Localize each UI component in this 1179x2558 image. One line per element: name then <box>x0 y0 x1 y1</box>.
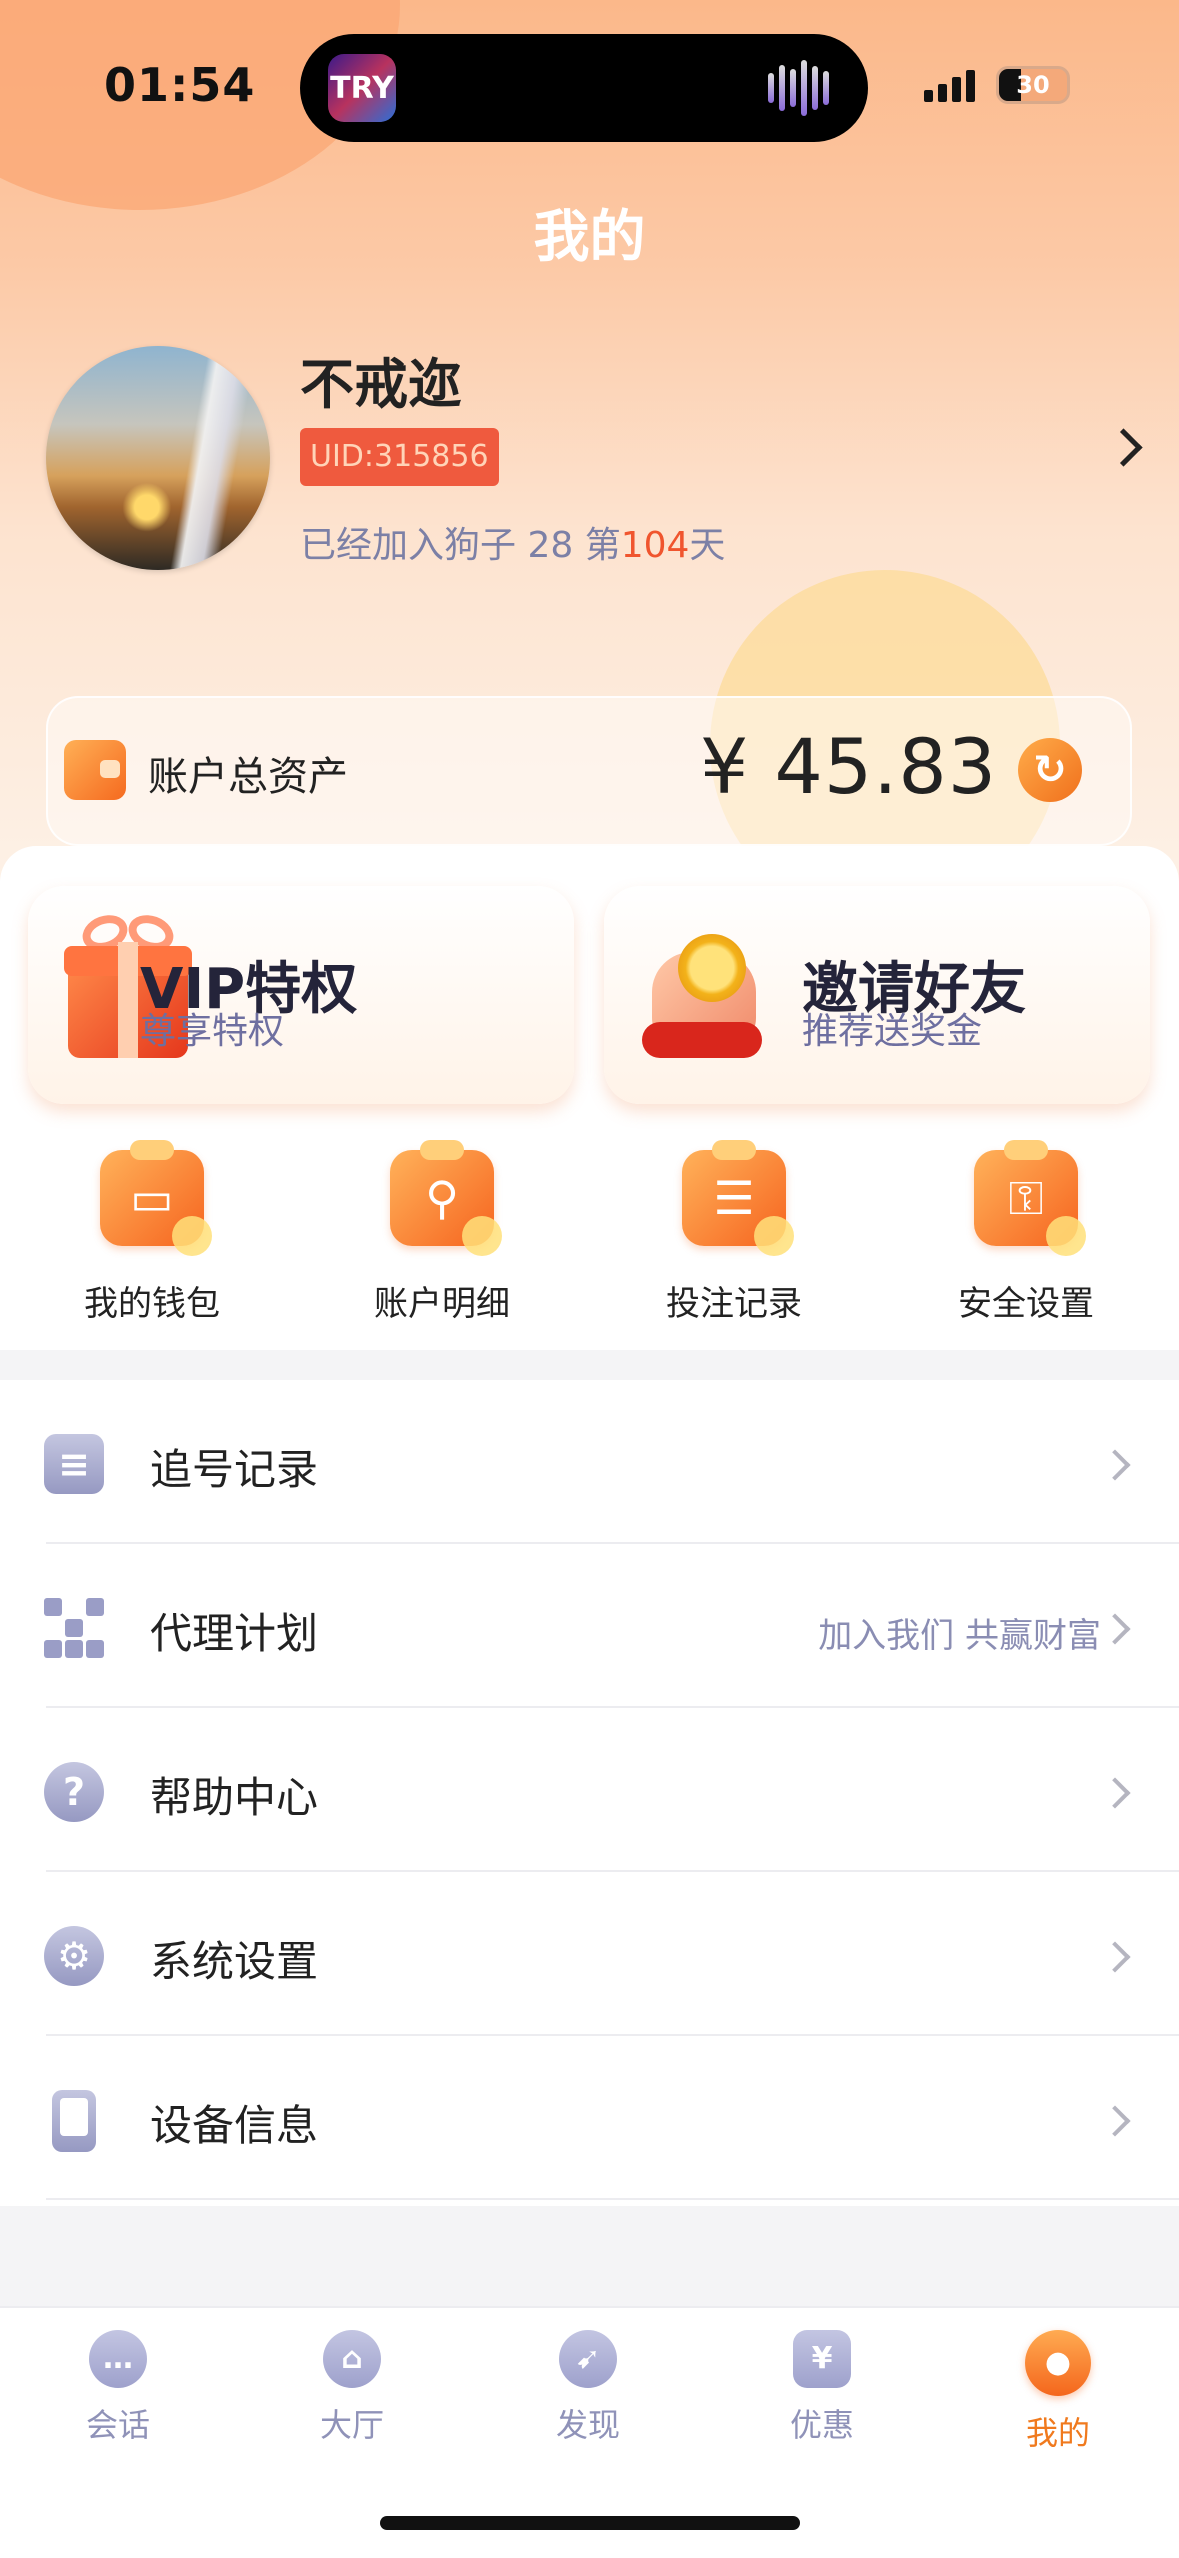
menu-label: 代理计划 <box>150 1609 319 1658</box>
help-icon: ? <box>44 1762 104 1822</box>
menu-label: 设备信息 <box>150 2101 319 2150</box>
quick-security[interactable]: ⚿ 安全设置 <box>946 1140 1106 1325</box>
tab-chat[interactable]: … 会话 <box>48 2330 188 2446</box>
gear-icon: ⚙ <box>44 1926 104 1986</box>
vip-subtitle: 尊享特权 <box>140 1011 285 1052</box>
dynamic-island[interactable]: TRY <box>300 34 868 142</box>
menu-hint: 加入我们 共赢财富 <box>818 1616 1101 1656</box>
menu-item-system-settings[interactable]: ⚙ 系统设置 <box>0 1872 1179 2036</box>
phone-icon <box>52 2090 96 2152</box>
join-info: 已经加入狗子 28 第104天 <box>300 516 725 568</box>
join-suffix: 天 <box>689 525 726 566</box>
quick-label: 账户明细 <box>374 1284 510 1324</box>
battery-icon: 30 <box>996 66 1070 104</box>
tab-lobby[interactable]: ⌂ 大厅 <box>282 2330 422 2446</box>
qr-code-icon <box>44 1598 104 1658</box>
tab-label: 会话 <box>85 2406 150 2444</box>
avatar[interactable] <box>46 346 270 570</box>
wallet-icon: ▭ <box>100 1140 212 1256</box>
search-icon: ⚲ <box>390 1140 502 1256</box>
coupon-icon: ¥ <box>793 2330 851 2388</box>
home-indicator[interactable] <box>380 2516 800 2530</box>
bank-icon: ⌂ <box>323 2330 381 2388</box>
join-days: 104 <box>620 525 690 566</box>
quick-wallet[interactable]: ▭ 我的钱包 <box>72 1140 232 1325</box>
menu-label: 帮助中心 <box>150 1773 319 1822</box>
wallet-icon <box>64 740 126 800</box>
tab-promotions[interactable]: ¥ 优惠 <box>752 2330 892 2446</box>
menu-item-chase-records[interactable]: ≡ 追号记录 <box>0 1380 1179 1544</box>
tab-mine[interactable]: ● 我的 <box>988 2330 1128 2454</box>
join-prefix: 已经加入狗子 28 第 <box>300 525 621 566</box>
chevron-right-icon <box>1099 1449 1131 1481</box>
quick-label: 安全设置 <box>958 1284 1094 1324</box>
tab-label: 我的 <box>1025 2414 1090 2452</box>
menu-item-agent-plan[interactable]: 代理计划 加入我们 共赢财富 <box>0 1544 1179 1708</box>
menu-list: ≡ 追号记录 代理计划 加入我们 共赢财富 ? 帮助中心 ⚙ 系统设置 设备信息 <box>0 1380 1179 2206</box>
audio-wave-icon <box>768 56 838 120</box>
coin-hand-icon <box>642 912 768 1062</box>
chevron-right-icon <box>1099 1777 1131 1809</box>
chevron-right-icon <box>1099 1941 1131 1973</box>
menu-label: 追号记录 <box>150 1445 319 1494</box>
tab-label: 大厅 <box>319 2406 384 2444</box>
quick-account-detail[interactable]: ⚲ 账户明细 <box>362 1140 522 1325</box>
chevron-right-icon <box>1099 1613 1131 1645</box>
menu-label: 系统设置 <box>150 1937 319 1986</box>
document-icon: ≡ <box>44 1434 104 1494</box>
quick-label: 投注记录 <box>666 1284 802 1324</box>
refresh-icon[interactable]: ↻ <box>1018 738 1082 802</box>
invite-subtitle: 推荐送奖金 <box>802 1011 983 1052</box>
tab-label: 发现 <box>555 2406 620 2444</box>
clipboard-icon: ☰ <box>682 1140 794 1256</box>
quick-bet-records[interactable]: ☰ 投注记录 <box>654 1140 814 1325</box>
status-time: 01:54 <box>104 58 256 112</box>
username: 不戒迩 <box>300 353 462 416</box>
key-icon: ⚿ <box>974 1140 1086 1256</box>
asset-value: ¥ 45.83 <box>700 722 998 811</box>
quick-label: 我的钱包 <box>84 1284 220 1324</box>
chat-icon: … <box>89 2330 147 2388</box>
menu-item-help-center[interactable]: ? 帮助中心 <box>0 1708 1179 1872</box>
app-icon: TRY <box>328 54 396 122</box>
tab-discover[interactable]: ➹ 发现 <box>518 2330 658 2446</box>
menu-item-device-info[interactable]: 设备信息 <box>0 2036 1179 2200</box>
tab-label: 优惠 <box>789 2406 854 2444</box>
compass-icon: ➹ <box>559 2330 617 2388</box>
uid-badge: UID:315856 <box>300 428 499 486</box>
page-title: 我的 <box>533 205 646 270</box>
chevron-right-icon <box>1099 2105 1131 2137</box>
section-gap <box>0 1350 1179 1380</box>
signal-icon <box>924 66 975 102</box>
battery-level: 30 <box>1016 71 1050 99</box>
asset-label: 账户总资产 <box>148 754 348 800</box>
profile-icon: ● <box>1025 2330 1091 2396</box>
